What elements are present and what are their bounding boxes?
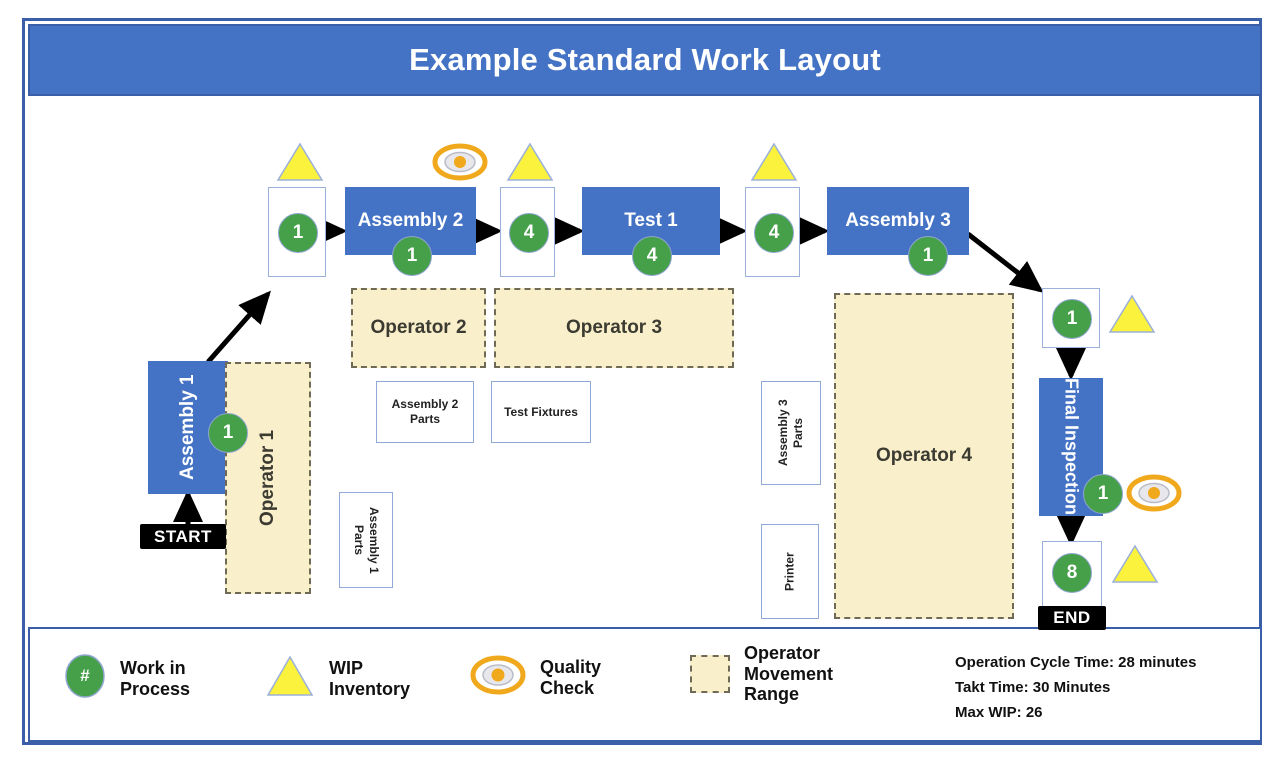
- wip-buffer-2: 4: [509, 213, 549, 253]
- wip-triangle-buffer-1: [276, 142, 324, 187]
- diagram-frame: Example Standard Work Layout Assembly 1 …: [22, 18, 1262, 745]
- wip-buffer-end: 8: [1052, 553, 1092, 593]
- legend-label-work-in-process: Work in Process: [120, 657, 191, 699]
- material-box-assembly-1-parts[interactable]: Assembly 1 Parts: [339, 492, 393, 588]
- operator-range-2-label: Operator 2: [370, 317, 467, 338]
- legend-bar: # Work in Process WIP Inventory Quality …: [28, 627, 1262, 742]
- arrow-assembly-1-to-buffer-1: [206, 290, 271, 364]
- wip-assembly-3-value: 1: [922, 245, 934, 266]
- operator-range-swatch-icon: [690, 655, 730, 694]
- wip-circle-icon: #: [64, 653, 106, 704]
- wip-triangle-buffer-3: [750, 142, 798, 187]
- wip-triangle-icon: [265, 653, 315, 704]
- page-title: Example Standard Work Layout: [409, 42, 881, 77]
- operator-range-1: Operator 1: [225, 362, 311, 594]
- operator-range-4: Operator 4: [834, 293, 1014, 619]
- diagram-title-bar: Example Standard Work Layout: [28, 24, 1262, 96]
- operator-range-3: Operator 3: [494, 288, 734, 368]
- wip-final-inspection-value: 1: [1097, 483, 1109, 504]
- process-test-1-label: Test 1: [624, 210, 678, 231]
- wip-assembly-3: 1: [908, 236, 948, 276]
- wip-assembly-1-value: 1: [222, 422, 234, 443]
- legend-label-quality-check: Quality Check: [540, 656, 602, 698]
- start-tag: START: [140, 524, 226, 549]
- wip-triangle-buffer-4: [1108, 294, 1156, 339]
- legend-item-work-in-process: # Work in Process: [64, 653, 190, 704]
- wip-buffer-end-value: 8: [1066, 562, 1078, 583]
- material-box-printer[interactable]: Printer: [761, 524, 819, 619]
- material-box-printer-label: Printer: [782, 552, 797, 591]
- wip-assembly-2: 1: [392, 236, 432, 276]
- legend-metrics: Operation Cycle Time: 28 minutes Takt Ti…: [955, 651, 1196, 725]
- quality-check-assembly-2-icon: [432, 142, 488, 187]
- metric-max-wip: Max WIP: 26: [955, 703, 1043, 721]
- wip-buffer-3: 4: [754, 213, 794, 253]
- wip-final-inspection: 1: [1083, 474, 1123, 514]
- end-tag-label: END: [1053, 608, 1091, 627]
- process-assembly-2-label: Assembly 2: [357, 210, 464, 231]
- wip-triangle-buffer-end: [1111, 544, 1159, 589]
- wip-assembly-1: 1: [208, 413, 248, 453]
- operator-range-2: Operator 2: [351, 288, 486, 368]
- quality-eye-icon: [470, 653, 526, 702]
- wip-test-1: 4: [632, 236, 672, 276]
- layout-canvas: Assembly 1 1 START Operator 1 1 Assembly…: [28, 98, 1262, 630]
- legend-item-wip-inventory: WIP Inventory: [265, 653, 410, 704]
- material-box-assembly-3-parts-label: Assembly 3 Parts: [776, 399, 805, 467]
- quality-check-final-inspection-icon: [1126, 473, 1182, 518]
- arrow-assembly-3-to-buffer-4: [966, 232, 1044, 293]
- wip-buffer-2-value: 4: [523, 222, 535, 243]
- wip-buffer-4: 1: [1052, 299, 1092, 339]
- material-box-assembly-2-parts-label: Assembly 2 Parts: [391, 397, 459, 426]
- operator-range-4-label: Operator 4: [875, 445, 973, 466]
- legend-item-quality-check: Quality Check: [470, 653, 601, 702]
- wip-assembly-2-value: 1: [406, 245, 418, 266]
- wip-buffer-1: 1: [278, 213, 318, 253]
- operator-range-1-label: Operator 1: [257, 429, 278, 527]
- wip-buffer-3-value: 4: [768, 222, 780, 243]
- material-box-test-fixtures[interactable]: Test Fixtures: [491, 381, 591, 443]
- wip-circle-symbol: #: [80, 666, 90, 685]
- process-assembly-3-label: Assembly 3: [845, 210, 951, 231]
- material-box-test-fixtures-label: Test Fixtures: [504, 404, 578, 419]
- wip-triangle-buffer-2: [506, 142, 554, 187]
- process-assembly-1-label: Assembly 1: [177, 374, 198, 481]
- process-assembly-3[interactable]: Assembly 3: [827, 187, 969, 255]
- metric-operation-cycle-time: Operation Cycle Time: 28 minutes: [955, 654, 1197, 671]
- legend-label-wip-inventory: WIP Inventory: [329, 657, 411, 699]
- end-tag: END: [1038, 606, 1106, 630]
- wip-buffer-4-value: 1: [1066, 308, 1078, 329]
- material-box-assembly-2-parts[interactable]: Assembly 2 Parts: [376, 381, 474, 443]
- start-tag-label: START: [154, 526, 212, 546]
- wip-buffer-1-value: 1: [292, 222, 304, 243]
- legend-label-operator-movement-range: Operator Movement Range: [744, 643, 834, 705]
- material-box-assembly-3-parts[interactable]: Assembly 3 Parts: [761, 381, 821, 485]
- metric-takt-time: Takt Time: 30 Minutes: [955, 678, 1111, 696]
- operator-range-3-label: Operator 3: [565, 317, 663, 338]
- process-final-inspection-label: Final Inspection: [1061, 378, 1082, 516]
- material-box-assembly-1-parts-label: Assembly 1 Parts: [352, 506, 381, 574]
- wip-test-1-value: 4: [646, 245, 658, 266]
- legend-item-operator-movement-range: Operator Movement Range: [690, 643, 833, 705]
